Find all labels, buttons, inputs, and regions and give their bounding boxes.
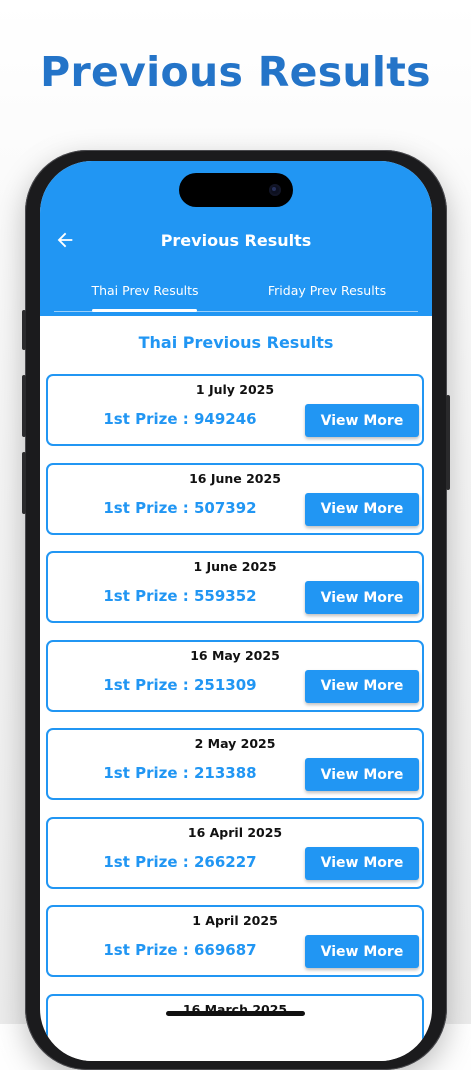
view-more-button[interactable]: View More xyxy=(305,404,419,437)
result-date: 16 June 2025 xyxy=(189,470,281,486)
tab-friday-prev-results[interactable]: Friday Prev Results xyxy=(236,271,418,313)
result-date: 1 July 2025 xyxy=(195,382,275,397)
result-first-prize: 1st Prize : 559352 xyxy=(103,587,257,605)
front-camera-icon xyxy=(269,184,281,196)
app-bar-title: Previous Results xyxy=(160,231,312,250)
result-card: 1 July 2025 1st Prize : 949246 View More xyxy=(46,374,424,446)
view-more-button[interactable]: View More xyxy=(305,846,419,880)
view-more-button[interactable]: View More xyxy=(305,935,419,968)
tab-label: Thai Prev Results xyxy=(91,283,199,298)
tab-selected-indicator xyxy=(92,309,197,312)
promo-title: Previous Results xyxy=(40,48,431,96)
view-more-button[interactable]: View More xyxy=(305,758,419,791)
result-first-prize: 1st Prize : 213388 xyxy=(103,764,257,782)
tab-label: Friday Prev Results xyxy=(267,283,387,298)
result-date: 16 May 2025 xyxy=(190,647,280,663)
phone-power-button xyxy=(446,395,450,490)
result-first-prize: 1st Prize : 251309 xyxy=(103,675,257,694)
result-date: 1 April 2025 xyxy=(192,913,278,928)
result-card: 16 May 2025 1st Prize : 251309 View More xyxy=(46,639,424,712)
result-card: 16 April 2025 1st Prize : 266227 View Mo… xyxy=(46,816,424,889)
phone-side-button xyxy=(22,310,26,350)
view-more-button[interactable]: View More xyxy=(305,669,419,703)
dynamic-island xyxy=(179,173,293,207)
result-card: 1 April 2025 1st Prize : 669687 View Mor… xyxy=(46,905,424,977)
result-first-prize: 1st Prize : 266227 xyxy=(103,852,257,871)
result-first-prize: 1st Prize : 949246 xyxy=(103,410,257,428)
phone-screen: Previous Results Thai Prev Results Frida… xyxy=(40,161,432,1061)
result-card: 2 May 2025 1st Prize : 213388 View More xyxy=(46,728,424,800)
phone-volume-down-button xyxy=(22,452,26,514)
view-more-button[interactable]: View More xyxy=(305,492,419,526)
result-card: 16 March 2025 xyxy=(46,993,424,1061)
section-title: Thai Previous Results xyxy=(138,333,334,352)
view-more-button[interactable]: View More xyxy=(305,581,419,614)
result-card: 1 June 2025 1st Prize : 559352 View More xyxy=(46,551,424,623)
result-card: 16 June 2025 1st Prize : 507392 View Mor… xyxy=(46,462,424,535)
results-tabs: Thai Prev Results Friday Prev Results xyxy=(54,271,418,313)
phone-volume-up-button xyxy=(22,375,26,437)
result-date: 16 April 2025 xyxy=(187,824,283,840)
tab-thai-prev-results[interactable]: Thai Prev Results xyxy=(54,271,236,313)
result-first-prize: 1st Prize : 507392 xyxy=(103,498,257,517)
home-indicator xyxy=(166,1011,305,1016)
result-date: 2 May 2025 xyxy=(194,736,276,751)
result-first-prize: 1st Prize : 669687 xyxy=(103,941,257,959)
result-date: 1 June 2025 xyxy=(193,559,277,574)
